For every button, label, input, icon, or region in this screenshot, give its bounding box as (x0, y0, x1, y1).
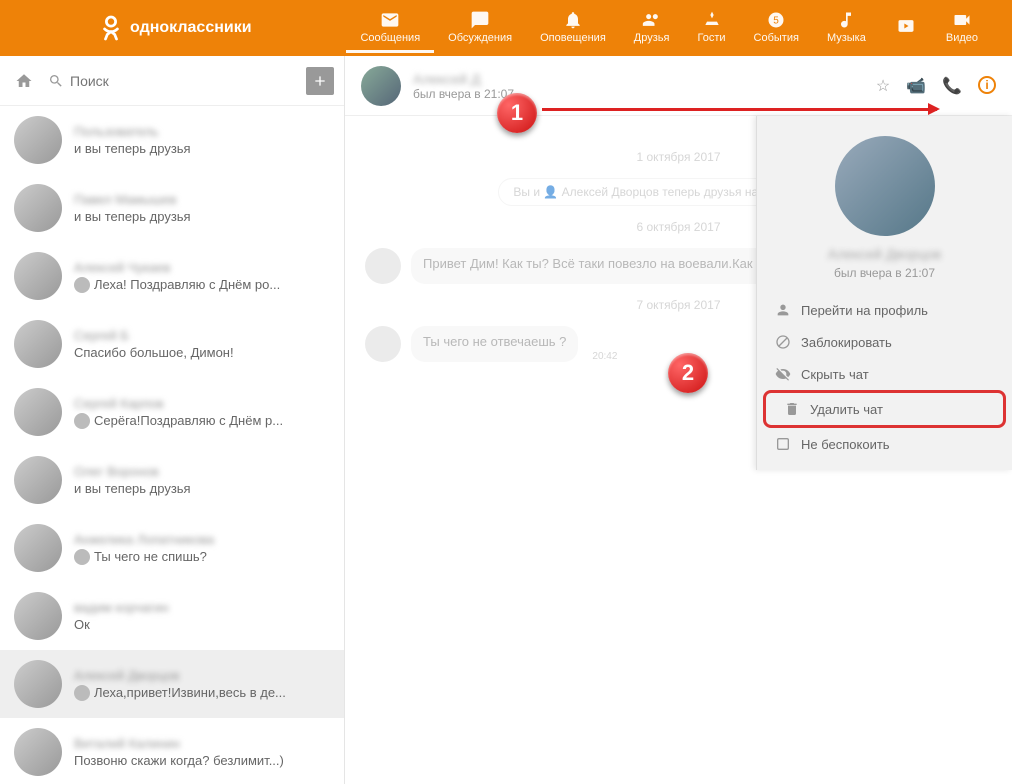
nav-mail[interactable]: Сообщения (346, 4, 434, 53)
chat-item-name: Алексей Чукаев (74, 260, 330, 275)
avatar (14, 252, 62, 300)
chat-item-message: Серёга!Поздравляю с Днём р... (74, 413, 330, 429)
chat-item[interactable]: Виталий Калинин Позвоню скажи когда? безл… (0, 718, 344, 784)
message-avatar (365, 326, 401, 362)
star-icon[interactable]: ☆ (876, 76, 890, 96)
chat-item-message: Спасибо большое, Димон! (74, 345, 330, 360)
chat-item-name: вадим корчагин (74, 600, 330, 615)
panel-block[interactable]: Заблокировать (757, 326, 1012, 358)
avatar (14, 388, 62, 436)
nav-music[interactable]: Музыка (813, 4, 880, 53)
nav-bell[interactable]: Оповещения (526, 4, 620, 53)
chat-item[interactable]: вадим корчагин Ок (0, 582, 344, 650)
nav-play[interactable] (880, 4, 932, 53)
search-input[interactable] (48, 73, 296, 89)
chat-item-name: Пользователь (74, 124, 330, 139)
mini-avatar (74, 413, 90, 429)
chat-item-name: Сергей Б (74, 328, 330, 343)
chat-item-name: Олег Воронов (74, 464, 330, 479)
chat-item-message: и вы теперь друзья (74, 209, 330, 224)
avatar (14, 116, 62, 164)
chat-item-message: Ты чего не спишь? (74, 549, 330, 565)
chat-item-name: Алексей Дворцов (74, 668, 330, 683)
chat-item-message: и вы теперь друзья (74, 481, 330, 496)
call-icon[interactable]: 📞 (942, 76, 962, 96)
panel-hide[interactable]: Скрыть чат (757, 358, 1012, 390)
annotation-callout-2: 2 (668, 353, 708, 393)
top-navigation: одноклассники СообщенияОбсужденияОповеще… (0, 0, 1012, 56)
chat-header: Алексей Д был вчера в 21:07 ☆ 📹 📞 i (345, 56, 1012, 116)
profile-status: был вчера в 21:07 (757, 266, 1012, 280)
avatar (14, 728, 62, 776)
nav-video[interactable]: Видео (932, 4, 992, 53)
mini-avatar (74, 549, 90, 565)
svg-text:5: 5 (773, 15, 779, 26)
profile-panel: Алексей Дворцов был вчера в 21:07 Перейт… (756, 116, 1012, 470)
add-button[interactable] (306, 67, 334, 95)
annotation-arrow (542, 108, 937, 111)
home-button[interactable] (10, 67, 38, 95)
nav-chat[interactable]: Обсуждения (434, 4, 526, 53)
chat-user-name: Алексей Д (413, 71, 514, 87)
mini-avatar (74, 685, 90, 701)
sidebar: Пользовательи вы теперь друзьяПавел Мамы… (0, 56, 345, 784)
chat-avatar[interactable] (361, 66, 401, 106)
mini-avatar (74, 277, 90, 293)
chat-item-name: Виталий Калинин (74, 736, 330, 751)
annotation-callout-1: 1 (497, 93, 537, 133)
profile-avatar[interactable] (835, 136, 935, 236)
message-time: 20:42 (592, 351, 617, 362)
chat-item-name: Павел Мамышев (74, 192, 330, 207)
avatar (14, 592, 62, 640)
chat-item-name: Сергей Карпов (74, 396, 330, 411)
chat-item[interactable]: Пользователь и вы теперь друзья (0, 106, 344, 174)
chat-item-name: Анжелика Лопатникова (74, 532, 330, 547)
panel-dnd[interactable]: Не беспокоить (757, 428, 1012, 460)
site-logo[interactable]: одноклассники (100, 14, 252, 42)
message-bubble: Ты чего не отвечаешь ? (411, 326, 578, 362)
chat-user-status: был вчера в 21:07 (413, 87, 514, 101)
avatar (14, 524, 62, 572)
chat-item[interactable]: Алексей Чукаев Леха! Поздравляю с Днём ро… (0, 242, 344, 310)
chat-item-message: и вы теперь друзья (74, 141, 330, 156)
site-name: одноклассники (130, 19, 252, 37)
avatar (14, 456, 62, 504)
chat-item[interactable]: Алексей Дворцов Леха,привет!Извини,весь в… (0, 650, 344, 718)
chat-item[interactable]: Сергей Б Спасибо большое, Димон! (0, 310, 344, 378)
chat-item-message: Леха,привет!Извини,весь в де... (74, 685, 330, 701)
nav-events[interactable]: 5События (740, 4, 813, 53)
info-button[interactable]: i (978, 76, 996, 94)
avatar (14, 320, 62, 368)
chat-item-message: Леха! Поздравляю с Днём ро... (74, 277, 330, 293)
chat-item-message: Ок (74, 617, 330, 632)
chat-item[interactable]: Павел Мамышев и вы теперь друзья (0, 174, 344, 242)
video-call-icon[interactable]: 📹 (906, 76, 926, 96)
chat-list: Пользовательи вы теперь друзьяПавел Мамы… (0, 106, 344, 784)
profile-name: Алексей Дворцов (757, 246, 1012, 262)
panel-trash[interactable]: Удалить чат (763, 390, 1006, 428)
avatar (14, 660, 62, 708)
nav-friends[interactable]: Друзья (620, 4, 684, 53)
avatar (14, 184, 62, 232)
panel-user[interactable]: Перейти на профиль (757, 294, 1012, 326)
chat-item[interactable]: Олег Воронов и вы теперь друзья (0, 446, 344, 514)
chat-item[interactable]: Сергей Карпов Серёга!Поздравляю с Днём р.… (0, 378, 344, 446)
nav-guests[interactable]: Гости (683, 4, 739, 53)
message-avatar (365, 248, 401, 284)
chat-item-message: Позвоню скажи когда? безлимит...) (74, 753, 330, 768)
chat-item[interactable]: Анжелика Лопатникова Ты чего не спишь? (0, 514, 344, 582)
